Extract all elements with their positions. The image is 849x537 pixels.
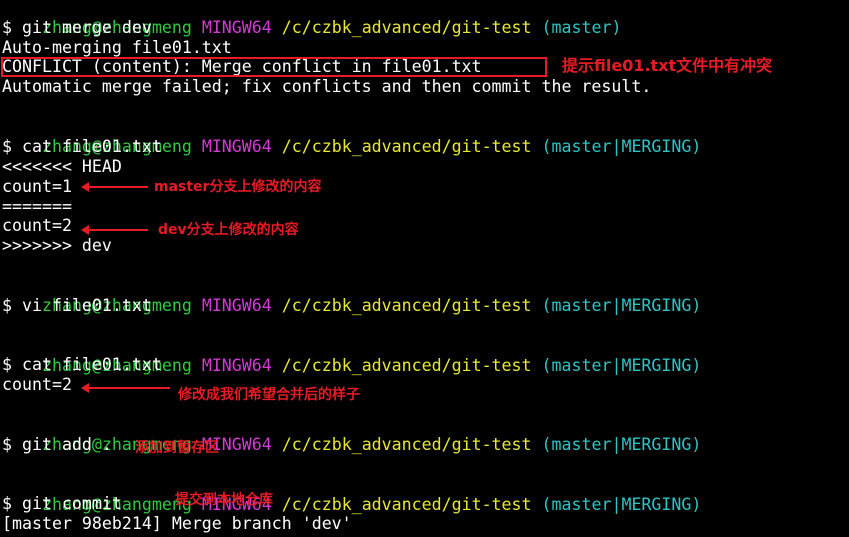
prompt-line: zhang@zhangmeng MINGW64 /c/czbk_advanced… (2, 336, 701, 375)
annotation-final: 修改成我们希望合并后的样子 (178, 387, 360, 403)
prompt-branch: (master|MERGING) (541, 296, 702, 315)
prompt-env: MINGW64 (201, 296, 272, 315)
command-cat: $ cat file01.txt (2, 355, 162, 374)
prompt-path: /c/czbk_advanced/git-test (281, 356, 532, 375)
annotation-master: master分支上修改的内容 (154, 179, 322, 195)
prompt-branch: (master|MERGING) (541, 137, 702, 156)
output-merge-failed: Automatic merge failed; fix conflicts an… (2, 77, 652, 96)
output-dev-marker: >>>>>>> dev (2, 236, 112, 255)
output-separator: ======= (2, 197, 72, 216)
arrow-icon (81, 182, 148, 192)
output-count-1: count=1 (2, 177, 72, 196)
prompt-path: /c/czbk_advanced/git-test (281, 18, 532, 37)
prompt-branch: (master|MERGING) (541, 495, 702, 514)
prompt-line: zhang@zhangmeng MINGW64 /c/czbk_advanced… (2, 0, 622, 37)
prompt-env: MINGW64 (201, 356, 272, 375)
prompt-env: MINGW64 (201, 137, 272, 156)
annotation-add: 添加到暂存区 (135, 440, 219, 456)
prompt-line: zhang@zhangmeng MINGW64 /c/czbk_advanced… (2, 415, 701, 454)
arrow-icon (81, 225, 148, 235)
prompt-line: zhang@zhangmeng MINGW64 /c/czbk_advanced… (2, 276, 701, 315)
terminal-window[interactable]: zhang@zhangmeng MINGW64 /c/czbk_advanced… (0, 0, 849, 537)
annotation-commit: 提交到本地仓库 (175, 492, 273, 508)
output-count-2: count=2 (2, 216, 72, 235)
prompt-path: /c/czbk_advanced/git-test (281, 435, 532, 454)
command-vi: $ vi file01.txt (2, 296, 152, 315)
prompt-line: zhang@zhangmeng MINGW64 /c/czbk_advanced… (2, 117, 701, 156)
command-cat: $ cat file01.txt (2, 137, 162, 156)
prompt-path: /c/czbk_advanced/git-test (281, 495, 532, 514)
prompt-branch: (master|MERGING) (541, 435, 702, 454)
annotation-conflict: 提示file01.txt文件中有冲突 (562, 56, 773, 75)
prompt-path: /c/czbk_advanced/git-test (281, 296, 532, 315)
prompt-env: MINGW64 (201, 18, 272, 37)
annotation-dev: dev分支上修改的内容 (158, 222, 299, 238)
arrow-icon (81, 383, 170, 393)
output-commit-result: [master 98eb214] Merge branch 'dev' (2, 514, 352, 533)
command-git-merge: $ git merge dev (2, 18, 152, 37)
command-git-commit: $ git commit (2, 494, 122, 513)
prompt-path: /c/czbk_advanced/git-test (281, 137, 532, 156)
output-head-marker: <<<<<<< HEAD (2, 157, 122, 176)
command-git-add: $ git add . (2, 435, 112, 454)
prompt-branch: (master) (541, 18, 622, 37)
prompt-branch: (master|MERGING) (541, 356, 702, 375)
output-auto-merging: Auto-merging file01.txt (2, 38, 232, 57)
prompt-line: zhang@zhangmeng MINGW64 /c/czbk_advanced… (2, 475, 701, 514)
output-count-final: count=2 (2, 375, 72, 394)
conflict-highlight-box (1, 57, 547, 77)
